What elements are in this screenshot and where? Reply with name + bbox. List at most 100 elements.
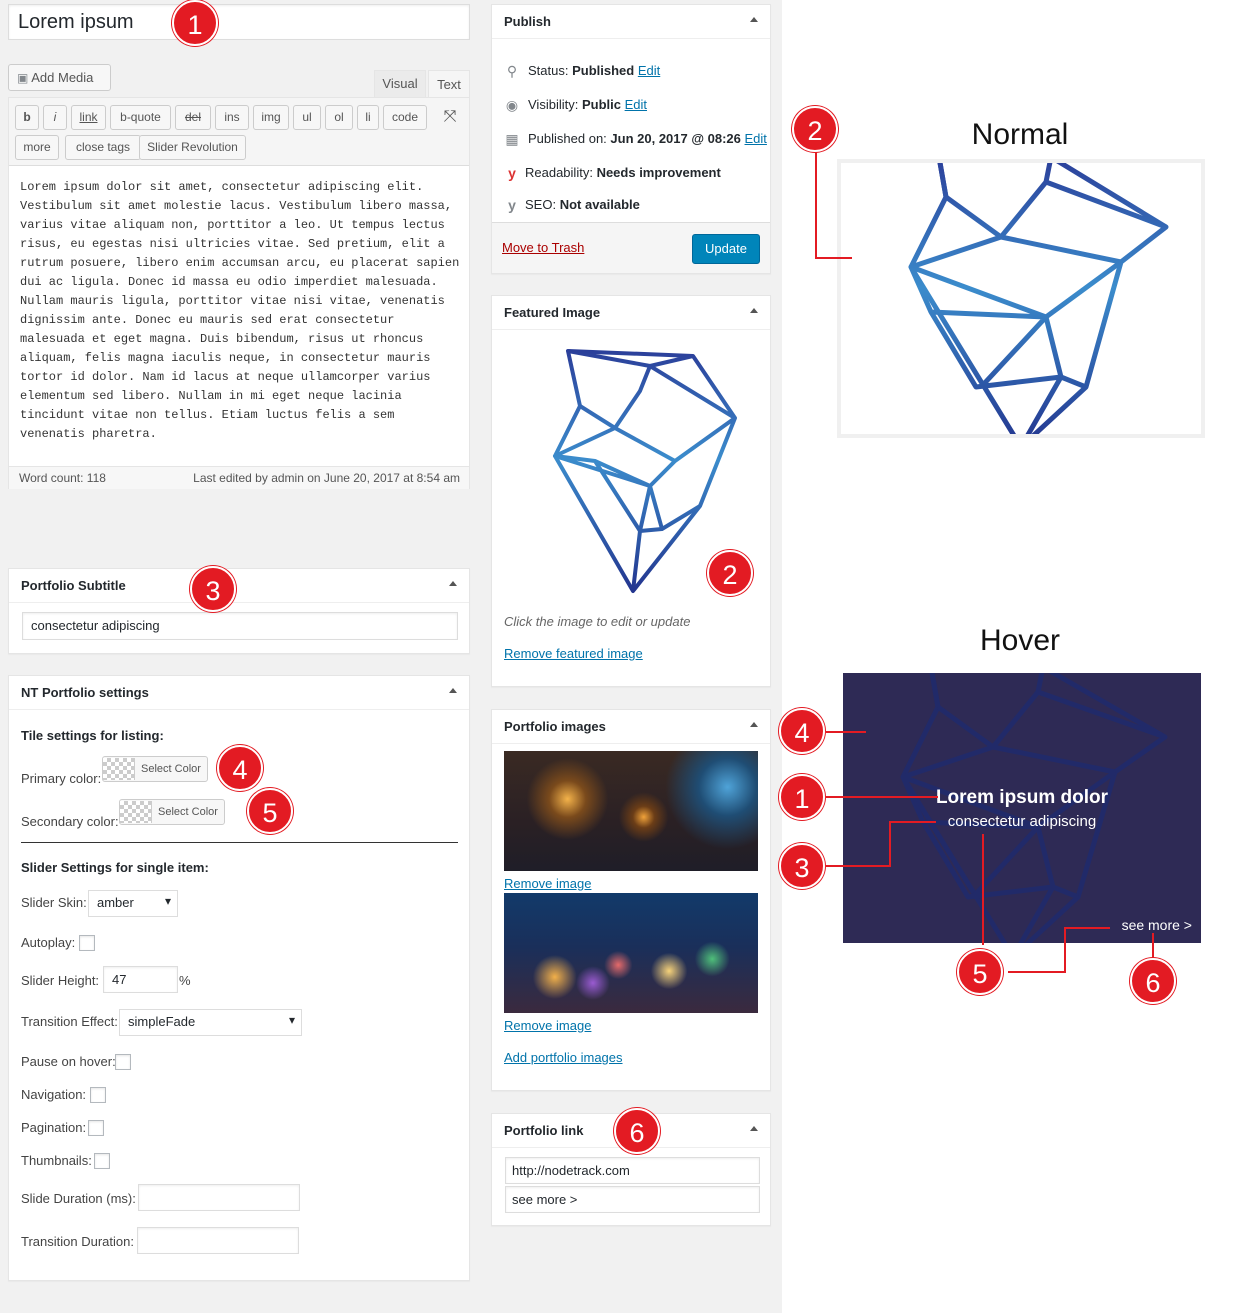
transition-duration-input[interactable] [137,1227,299,1254]
navigation-checkbox[interactable] [90,1087,106,1103]
portfolio-images-header[interactable]: Portfolio images [492,710,770,744]
yoast-readability-icon: y [508,165,516,181]
transition-duration-label: Transition Duration: [21,1234,134,1249]
portfolio-subtitle-input[interactable]: consectetur adipiscing [22,612,458,640]
primary-color-picker[interactable]: Select Color [102,756,208,782]
slider-skin-select[interactable]: amber [88,890,178,917]
subtitle-box-header[interactable]: Portfolio Subtitle [9,569,469,603]
calendar-icon: ▦ [505,131,519,147]
normal-tile-image [908,163,1169,434]
annotation-connectors [826,731,1154,973]
qt-ins[interactable]: ins [215,105,249,130]
thumbnails-checkbox[interactable] [94,1153,110,1169]
collapse-arrow-icon[interactable] [750,722,758,727]
slider-height-label: Slider Height: [21,973,100,988]
settings-box-header[interactable]: NT Portfolio settings [9,676,469,710]
move-to-trash-link[interactable]: Move to Trash [502,240,584,255]
readability-value: Needs improvement [596,165,721,180]
slider-height-unit: % [179,973,191,988]
secondary-color-label: Secondary color: [21,814,119,829]
add-portfolio-images-link[interactable]: Add portfolio images [504,1050,623,1065]
transition-effect-select[interactable]: simpleFade [119,1009,302,1036]
primary-color-label: Primary color: [21,771,102,786]
transparent-swatch [120,801,152,824]
slider-settings-heading: Slider Settings for single item: [21,860,209,875]
media-icon: ▣ [17,71,29,85]
pagination-checkbox[interactable] [88,1120,104,1136]
visibility-value: Public [581,97,621,112]
secondary-color-picker[interactable]: Select Color [119,799,225,825]
yoast-seo-icon: y [508,197,516,213]
portfolio-image-1[interactable] [504,751,758,871]
collapse-arrow-icon[interactable] [449,688,457,693]
collapse-arrow-icon[interactable] [750,1126,758,1131]
remove-image-link-1[interactable]: Remove image [504,876,591,891]
qt-b[interactable]: b [15,105,39,130]
portfolio-link-label-input[interactable]: see more > [505,1186,760,1213]
collapse-arrow-icon[interactable] [750,308,758,313]
publish-box-header[interactable]: Publish [492,5,770,39]
collapse-arrow-icon[interactable] [449,581,457,586]
status-row: Status: Published Edit [528,63,660,78]
portfolio-image-2[interactable] [504,893,758,1013]
qt-li[interactable]: li [357,105,379,130]
marker-6-see-more: 6 [1130,958,1176,1004]
qt-ol[interactable]: ol [325,105,353,130]
qt-i[interactable]: i [43,105,67,130]
qt-img[interactable]: img [253,105,289,130]
admin-panel: Lorem ipsum ▣ Add Media Visual Text b i … [0,0,782,1313]
tab-text[interactable]: Text [428,70,470,98]
slider-height-input[interactable]: 47 [103,966,178,993]
settings-box-title: NT Portfolio settings [21,685,149,700]
tab-visual[interactable]: Visual [374,70,426,97]
seo-row: SEO: Not available [525,197,640,212]
featured-hint: Click the image to edit or update [504,614,691,629]
update-button[interactable]: Update [692,234,760,264]
edit-visibility-link[interactable]: Edit [625,97,647,112]
select-color-label: Select Color [141,763,201,775]
qt-close-tags[interactable]: close tags [65,135,141,160]
fullscreen-icon[interactable]: ⤧ [441,108,459,126]
qt-del[interactable]: del [175,105,211,130]
publish-box-title: Publish [504,14,551,29]
qt-slider-revolution[interactable]: Slider Revolution [139,135,246,160]
portfolio-link-url-input[interactable]: http://nodetrack.com [505,1157,760,1184]
edit-date-link[interactable]: Edit [745,131,767,146]
slide-duration-input[interactable] [138,1184,300,1211]
autoplay-label: Autoplay: [21,935,76,950]
seo-value: Not available [559,197,640,212]
marker-4-hover-bg: 4 [779,708,825,754]
normal-tile [837,159,1205,438]
portfolio-link-title: Portfolio link [504,1123,584,1138]
published-label: Published on: [528,131,607,146]
edit-status-link[interactable]: Edit [638,63,660,78]
featured-box-title: Featured Image [504,305,601,320]
tile-settings-heading: Tile settings for listing: [21,728,164,743]
marker-5-secondary-color: 5 [247,788,293,834]
editor-textarea[interactable]: Lorem ipsum dolor sit amet, consectetur … [20,178,464,453]
qt-code[interactable]: code [383,105,427,130]
thumbnails-label: Thumbnails: [21,1153,92,1168]
pause-on-hover-checkbox[interactable] [115,1054,131,1070]
remove-image-link-2[interactable]: Remove image [504,1018,591,1033]
collapse-arrow-icon[interactable] [750,17,758,22]
featured-box-header[interactable]: Featured Image [492,296,770,330]
hover-heading: Hover [979,624,1061,657]
post-title-input[interactable]: Lorem ipsum [8,4,470,40]
add-media-label: Add Media [31,70,94,85]
qt-bquote[interactable]: b-quote [110,105,171,130]
status-label: Status: [528,63,569,78]
qt-more[interactable]: more [15,135,59,160]
qt-link[interactable]: link [71,105,106,130]
featured-image-box: Featured Image Click the image to edit o… [491,295,771,687]
transition-effect-label: Transition Effect: [21,1014,118,1029]
remove-featured-image-link[interactable]: Remove featured image [504,646,643,661]
autoplay-checkbox[interactable] [79,935,95,951]
settings-divider [21,842,458,843]
connector-2 [815,148,852,259]
pin-icon: ⚲ [506,63,518,79]
qt-ul[interactable]: ul [293,105,321,130]
add-media-button[interactable]: ▣ Add Media [8,64,111,91]
marker-6-link: 6 [614,1108,660,1154]
marker-2-normal: 2 [792,106,838,152]
